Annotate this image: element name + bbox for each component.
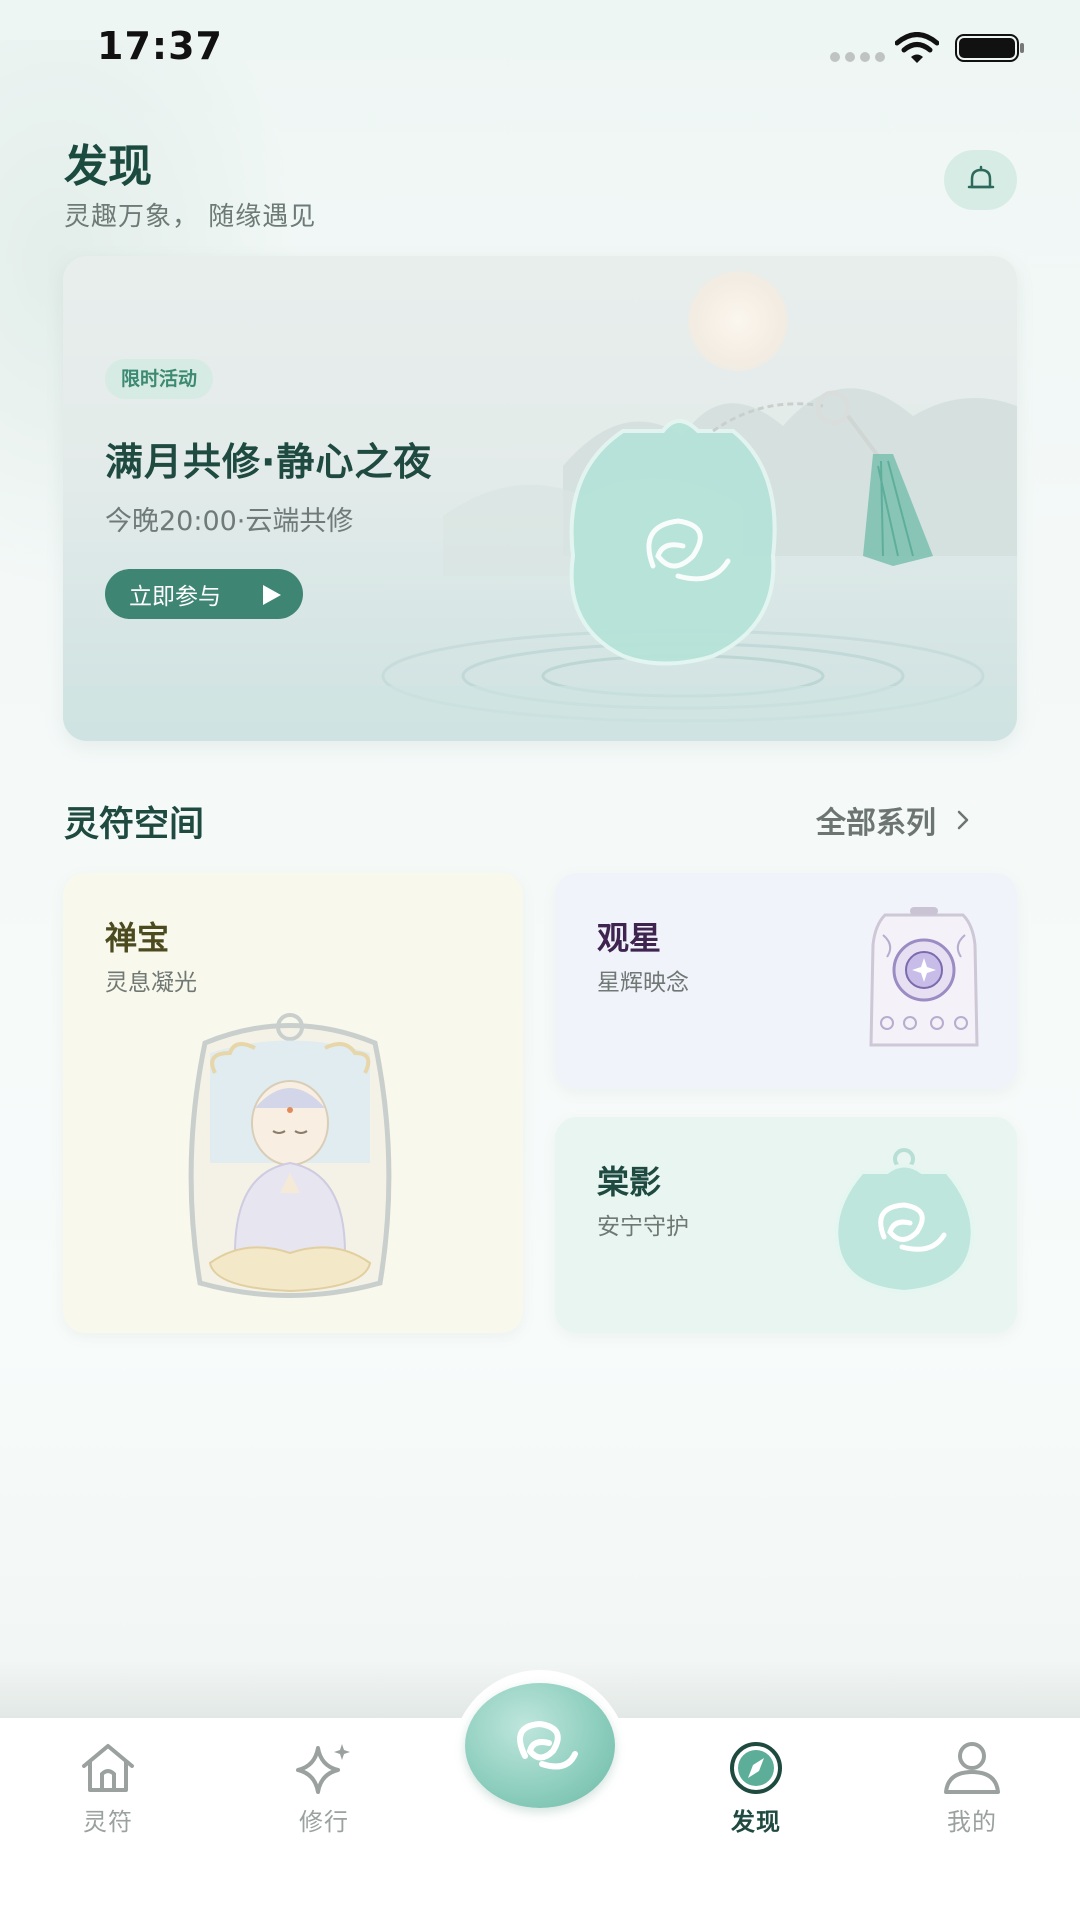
wifi-icon: [895, 32, 939, 63]
series-card-chanbao[interactable]: 禅宝 灵息凝光: [63, 873, 523, 1333]
chevron-right-icon: [957, 810, 969, 830]
all-series-label: 全部系列: [816, 806, 936, 841]
home-icon: [82, 1744, 134, 1792]
card-subtitle: 星辉映念: [597, 970, 689, 996]
join-now-button[interactable]: 立即参与: [105, 569, 303, 619]
page-title: 发现: [64, 141, 152, 192]
card-title: 观星: [597, 919, 662, 957]
nav-item-xiuxing[interactable]: 修行: [254, 1740, 394, 1837]
battery-icon: [955, 34, 1024, 62]
bell-icon: [967, 165, 994, 189]
jade-pendant-image: [834, 1148, 975, 1295]
amulet-logo-icon: [517, 1720, 578, 1769]
nav-label: 发现: [731, 1808, 781, 1836]
page-subtitle: 灵趣万象， 随缘遇见: [64, 202, 317, 232]
notification-button[interactable]: [944, 150, 1017, 210]
status-time: 17:37: [97, 24, 223, 68]
compass-icon: [730, 1742, 782, 1794]
banner-subtitle: 今晚20:00·云端共修: [105, 506, 354, 537]
banner-title: 满月共修·静心之夜: [105, 440, 433, 484]
nav-item-wode[interactable]: 我的: [902, 1740, 1042, 1837]
series-card-guanxing[interactable]: 观星 星辉映念: [555, 873, 1017, 1089]
sparkle-icon: [296, 1744, 350, 1794]
signal-icon: [830, 52, 885, 62]
card-subtitle: 安宁守护: [597, 1214, 689, 1240]
nav-item-lingfu[interactable]: 灵符: [38, 1740, 178, 1837]
nav-label: 修行: [299, 1808, 349, 1836]
buddha-pendant-image: [188, 1013, 392, 1298]
event-banner[interactable]: 限时活动 满月共修·静心之夜 今晚20:00·云端共修 立即参与: [63, 256, 1017, 741]
join-now-label: 立即参与: [129, 584, 221, 610]
series-card-tangying[interactable]: 棠影 安宁守护: [555, 1117, 1017, 1333]
card-title: 禅宝: [105, 919, 170, 957]
card-title: 棠影: [597, 1163, 662, 1201]
all-series-link[interactable]: 全部系列: [816, 798, 970, 842]
card-subtitle: 灵息凝光: [105, 970, 197, 996]
section-title: 灵符空间: [64, 805, 205, 845]
user-icon: [944, 1742, 1000, 1794]
nav-label: 灵符: [83, 1808, 133, 1836]
nav-item-faxian[interactable]: 发现: [686, 1740, 826, 1837]
center-amulet-button[interactable]: [465, 1683, 615, 1808]
limited-event-tag: 限时活动: [105, 359, 214, 399]
play-icon: [263, 585, 281, 605]
status-bar: 17:37: [0, 0, 1080, 95]
nav-label: 我的: [947, 1808, 997, 1836]
star-pendant-image: [869, 907, 979, 1047]
